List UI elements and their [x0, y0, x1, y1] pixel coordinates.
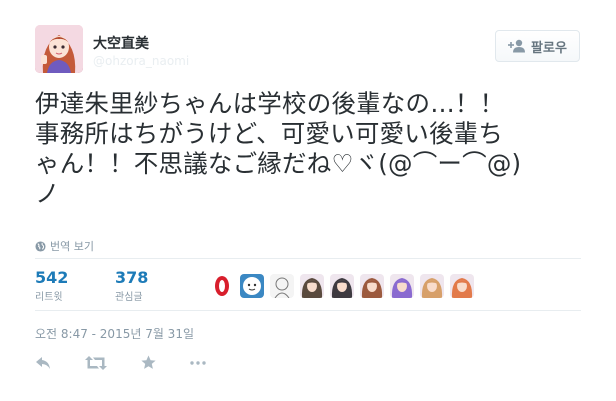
- translate-label: 번역 보기: [50, 240, 94, 253]
- liker-avatar-anime3[interactable]: [420, 274, 444, 298]
- like-label: 관심글: [115, 292, 143, 303]
- tweet-text: 伊達朱里紗ちゃんは学校の後輩なの…！！ 事務所はちがうけど、可愛い可愛い後輩ち …: [35, 89, 522, 208]
- star-icon[interactable]: [141, 355, 156, 370]
- liker-avatar-anime4[interactable]: [450, 274, 474, 298]
- author-name[interactable]: 大空直美: [93, 33, 149, 53]
- like-count: 378: [115, 268, 149, 287]
- retweet-count-stat[interactable]: 542 리트윗: [35, 268, 68, 303]
- liker-avatar-dark[interactable]: [330, 274, 354, 298]
- liker-avatar-face[interactable]: [240, 274, 264, 298]
- reply-icon[interactable]: [35, 356, 51, 370]
- author-avatar[interactable]: [35, 25, 83, 73]
- tweet-timestamp[interactable]: 오전 8:47 - 2015년 7월 31일: [35, 325, 194, 342]
- add-user-icon: [508, 39, 526, 53]
- tweet-actions: [35, 355, 240, 370]
- liker-avatar-red[interactable]: [210, 274, 234, 298]
- liker-avatar-anime1[interactable]: [360, 274, 384, 298]
- translate-link[interactable]: 번역 보기: [35, 238, 94, 254]
- liker-avatars: [210, 274, 480, 298]
- liker-avatar-woman[interactable]: [300, 274, 324, 298]
- retweet-icon[interactable]: [85, 355, 107, 370]
- more-icon[interactable]: [190, 360, 206, 365]
- follow-button-label: 팔로우: [531, 40, 567, 56]
- retweet-label: 리트윗: [35, 292, 63, 303]
- divider-bottom: [35, 310, 581, 311]
- retweet-count: 542: [35, 268, 69, 287]
- follow-button[interactable]: 팔로우: [495, 30, 580, 62]
- author-handle[interactable]: @ohzora_naomi: [93, 54, 189, 68]
- like-count-stat[interactable]: 378 관심글: [115, 268, 148, 303]
- divider-top: [35, 258, 581, 259]
- liker-avatar-sketch[interactable]: [270, 274, 294, 298]
- liker-avatar-anime2[interactable]: [390, 274, 414, 298]
- globe-icon: [35, 240, 46, 252]
